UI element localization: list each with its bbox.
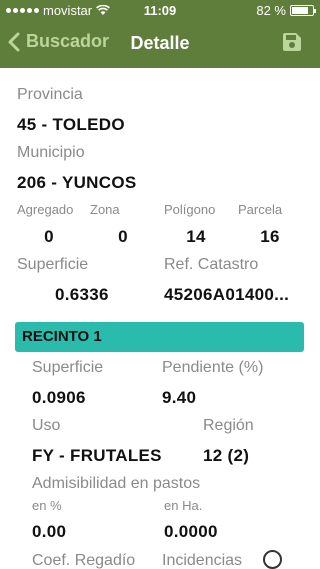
detail-content[interactable]: Provincia 45 - TOLEDO Municipio 206 - YU… bbox=[0, 68, 320, 569]
poligono-value: 14 bbox=[186, 227, 206, 246]
provincia-label: Provincia bbox=[17, 86, 83, 103]
recinto-header[interactable]: RECINTO 1 bbox=[15, 322, 304, 352]
zona-value: 0 bbox=[118, 227, 128, 246]
municipio-value: 206 - YUNCOS bbox=[17, 173, 137, 192]
pendiente-value: 9.40 bbox=[162, 388, 197, 407]
poligono-label: Polígono bbox=[164, 202, 216, 217]
save-icon bbox=[283, 33, 301, 51]
incidencias-label: Incidencias bbox=[162, 552, 243, 569]
catastro-label: Ref. Catastro bbox=[164, 256, 259, 273]
page-title: Detalle bbox=[130, 33, 190, 53]
parcela-label: Parcela bbox=[238, 202, 283, 217]
battery-icon bbox=[290, 5, 316, 16]
admisibilidad-label: Admisibilidad en pastos bbox=[32, 475, 201, 492]
top-bar: movistar 11:09 82 % Buscador Detalle bbox=[0, 0, 320, 68]
agregado-label: Agregado bbox=[17, 202, 74, 217]
zona-label: Zona bbox=[90, 202, 120, 217]
info-icon[interactable] bbox=[263, 550, 282, 569]
region-label: Región bbox=[203, 417, 254, 434]
hectareas-label: en Ha. bbox=[164, 498, 203, 513]
catastro-value: 45206A01400... bbox=[164, 285, 290, 304]
superficie-label: Superficie bbox=[17, 256, 89, 273]
recinto-title: RECINTO 1 bbox=[22, 328, 102, 345]
recinto-superficie-label: Superficie bbox=[32, 359, 104, 376]
nav-bar: Buscador Detalle bbox=[0, 24, 320, 64]
region-value: 12 (2) bbox=[203, 446, 250, 465]
agregado-value: 0 bbox=[44, 227, 54, 246]
municipio-label: Municipio bbox=[17, 144, 85, 161]
parcela-value: 16 bbox=[260, 227, 280, 246]
hectareas-value: 0.0000 bbox=[164, 522, 218, 541]
superficie-value: 0.6336 bbox=[55, 285, 109, 304]
recinto-superficie-value: 0.0906 bbox=[32, 388, 86, 407]
pendiente-label: Pendiente (%) bbox=[162, 359, 264, 376]
uso-value: FY - FRUTALES bbox=[32, 446, 162, 465]
porcentaje-value: 0.00 bbox=[32, 522, 67, 541]
provincia-value: 45 - TOLEDO bbox=[17, 115, 125, 134]
coef-regadio-label: Coef. Regadío bbox=[32, 552, 136, 569]
porcentaje-label: en % bbox=[32, 498, 62, 513]
save-button[interactable] bbox=[282, 32, 302, 57]
uso-label: Uso bbox=[32, 417, 61, 434]
battery-percent: 82 % bbox=[256, 3, 286, 18]
battery-status: 82 % bbox=[256, 3, 316, 18]
status-bar: movistar 11:09 82 % bbox=[0, 0, 320, 20]
